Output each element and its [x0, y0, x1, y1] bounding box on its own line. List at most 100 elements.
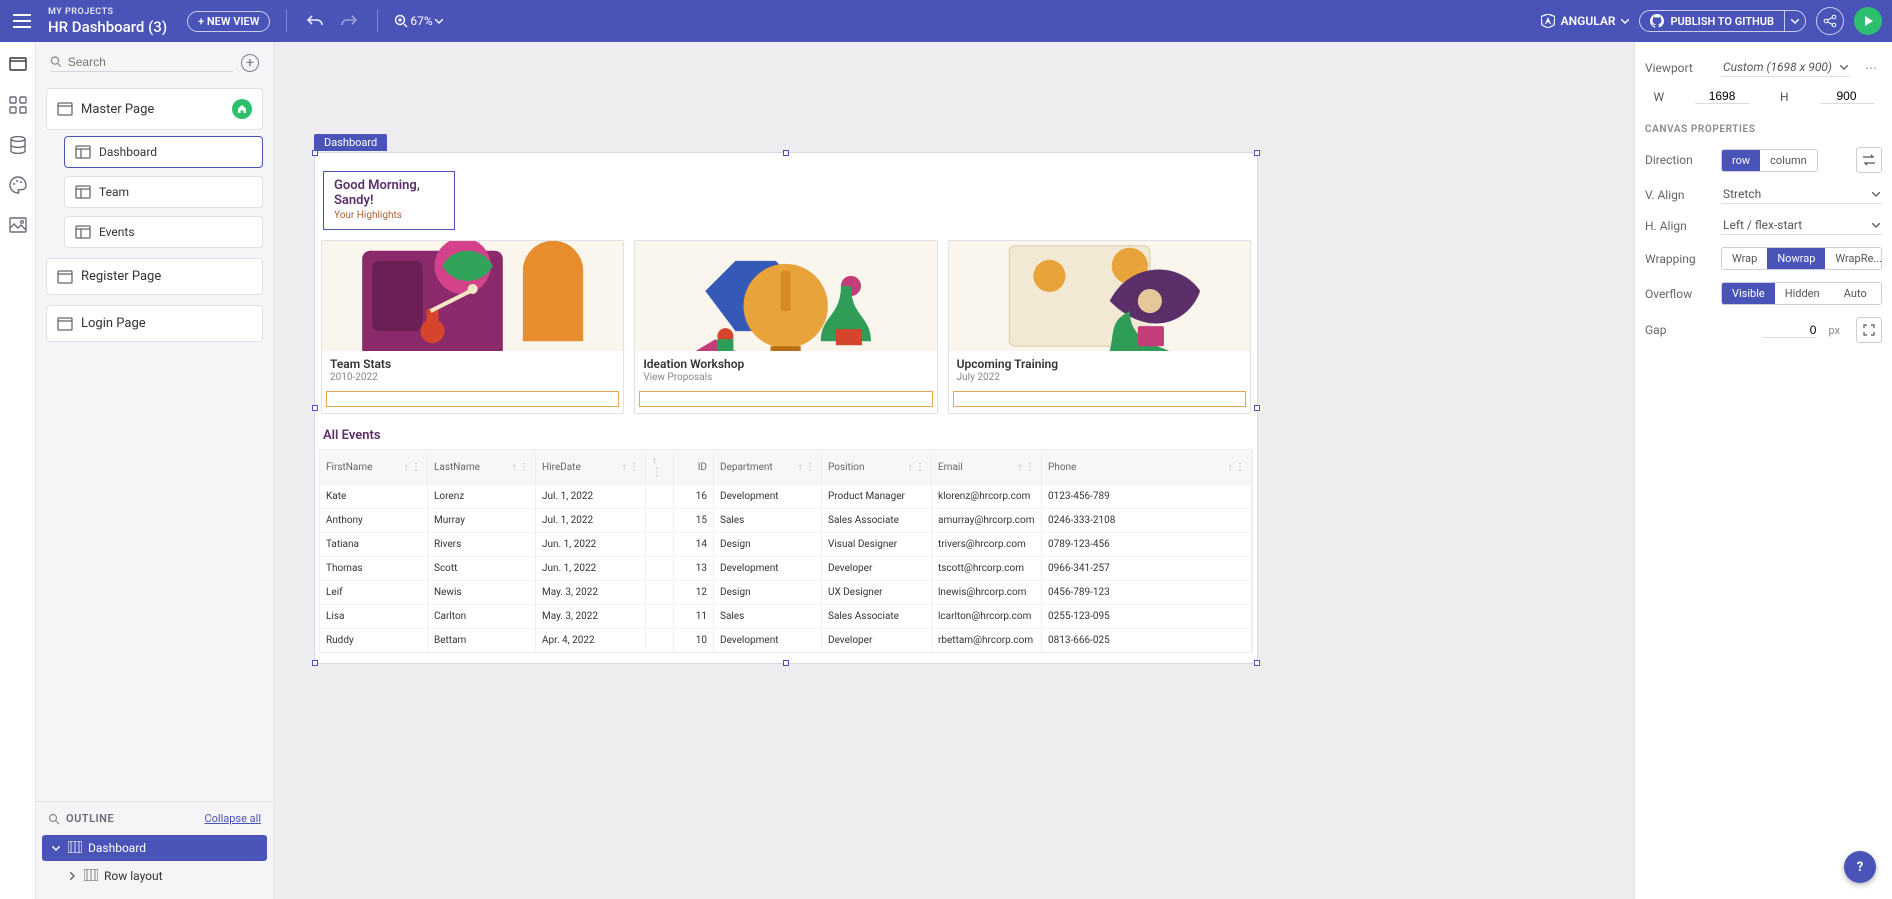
- search-input[interactable]: [68, 55, 233, 69]
- viewport-select[interactable]: Custom (1698 x 900): [1721, 58, 1850, 77]
- sort-icon[interactable]: ↑ ⋮: [798, 462, 815, 473]
- new-view-button[interactable]: + NEW VIEW: [187, 11, 270, 32]
- canvas-view-tab[interactable]: Dashboard: [314, 134, 387, 151]
- width-input[interactable]: [1695, 89, 1749, 104]
- wrap-nowrap-button[interactable]: Nowrap: [1767, 248, 1825, 269]
- swap-axes-button[interactable]: [1856, 147, 1882, 173]
- highlight-card[interactable]: Ideation Workshop View Proposals: [634, 240, 937, 414]
- outline-node-dashboard[interactable]: Dashboard: [42, 835, 267, 861]
- table-row[interactable]: ThomasScottJun. 1, 202213DevelopmentDeve…: [320, 556, 1252, 580]
- sort-icon[interactable]: ↑ ⋮: [622, 462, 639, 473]
- table-header-cell[interactable]: FirstName↑ ⋮: [320, 450, 428, 484]
- preview-button[interactable]: [1854, 7, 1882, 35]
- table-cell: Bettam: [428, 629, 536, 652]
- page-register[interactable]: Register Page: [46, 258, 263, 295]
- assets-icon[interactable]: [7, 214, 29, 236]
- page-team[interactable]: Team: [64, 176, 263, 208]
- table-header-cell[interactable]: ID: [674, 450, 714, 484]
- selection-handle[interactable]: [1254, 150, 1260, 156]
- table-header-cell[interactable]: Department↑ ⋮: [714, 450, 822, 484]
- table-header-cell[interactable]: LastName↑ ⋮: [428, 450, 536, 484]
- selection-handle[interactable]: [1254, 405, 1260, 411]
- menu-icon[interactable]: [10, 9, 34, 33]
- undo-icon[interactable]: [303, 9, 327, 33]
- highlight-card[interactable]: Upcoming Training July 2022: [948, 240, 1251, 414]
- direction-label: Direction: [1645, 153, 1711, 167]
- table-row[interactable]: LeifNewisMay. 3, 202212DesignUX Designer…: [320, 580, 1252, 604]
- views-icon[interactable]: [7, 54, 29, 76]
- table-header-cell[interactable]: Phone↑ ⋮: [1042, 450, 1252, 484]
- selection-handle[interactable]: [312, 660, 318, 666]
- table-cell: [646, 485, 674, 508]
- direction-segment: row column: [1721, 149, 1818, 172]
- sort-icon[interactable]: ↑ ⋮: [908, 462, 925, 473]
- more-options-icon[interactable]: ⋯: [1860, 61, 1882, 75]
- help-fab[interactable]: ?: [1844, 851, 1876, 883]
- redo-icon[interactable]: [337, 9, 361, 33]
- share-button[interactable]: [1816, 7, 1844, 35]
- selection-handle[interactable]: [783, 660, 789, 666]
- card-action-bar[interactable]: [953, 391, 1246, 407]
- greeting-box[interactable]: Good Morning, Sandy! Your Highlights: [323, 171, 455, 230]
- page-dashboard[interactable]: Dashboard: [64, 136, 263, 168]
- sort-icon[interactable]: ↑ ⋮: [1018, 462, 1035, 473]
- selection-handle[interactable]: [312, 405, 318, 411]
- direction-column-button[interactable]: column: [1760, 150, 1817, 171]
- selection-handle[interactable]: [783, 150, 789, 156]
- table-cell: Thomas: [320, 557, 428, 580]
- theme-icon[interactable]: [7, 174, 29, 196]
- page-login[interactable]: Login Page: [46, 305, 263, 342]
- canvas-frame[interactable]: Good Morning, Sandy! Your Highlights: [314, 152, 1258, 664]
- card-title: Ideation Workshop: [643, 357, 928, 371]
- overflow-auto-button[interactable]: Auto: [1830, 283, 1881, 304]
- publish-button[interactable]: PUBLISH TO GITHUB: [1640, 11, 1784, 31]
- table-row[interactable]: LisaCarltonMay. 3, 202211SalesSales Asso…: [320, 604, 1252, 628]
- table-header-cell[interactable]: Email↑ ⋮: [932, 450, 1042, 484]
- gap-link-button[interactable]: [1856, 317, 1882, 343]
- card-action-bar[interactable]: [326, 391, 619, 407]
- table-row[interactable]: AnthonyMurrayJul. 1, 202215SalesSales As…: [320, 508, 1252, 532]
- project-info: MY PROJECTS HR Dashboard (3): [48, 7, 167, 36]
- zoom-control[interactable]: 67%: [394, 14, 442, 28]
- sort-icon[interactable]: ↑ ⋮: [1228, 462, 1245, 473]
- table-cell: May. 3, 2022: [536, 581, 646, 604]
- data-icon[interactable]: [7, 134, 29, 156]
- outline-node-row-layout[interactable]: Row layout: [42, 863, 267, 889]
- publish-split-button[interactable]: [1784, 11, 1805, 31]
- halign-select[interactable]: Left / flex-start: [1721, 216, 1882, 235]
- page-master[interactable]: Master Page: [46, 88, 263, 130]
- gap-input[interactable]: [1762, 323, 1816, 338]
- add-page-button[interactable]: +: [241, 54, 259, 72]
- table-row[interactable]: TatianaRiversJun. 1, 202214DesignVisual …: [320, 532, 1252, 556]
- card-action-bar[interactable]: [639, 391, 932, 407]
- page-events[interactable]: Events: [64, 216, 263, 248]
- sort-icon[interactable]: ↑ ⋮: [404, 462, 421, 473]
- events-table[interactable]: FirstName↑ ⋮ LastName↑ ⋮ HireDate↑ ⋮ ↑ ⋮…: [319, 449, 1253, 653]
- components-icon[interactable]: [7, 94, 29, 116]
- table-row[interactable]: KateLorenzJul. 1, 202216DevelopmentProdu…: [320, 484, 1252, 508]
- table-header-cell[interactable]: HireDate↑ ⋮: [536, 450, 646, 484]
- overflow-hidden-button[interactable]: Hidden: [1775, 283, 1830, 304]
- overflow-visible-button[interactable]: Visible: [1722, 283, 1775, 304]
- table-header-cell[interactable]: Position↑ ⋮: [822, 450, 932, 484]
- table-cell: [646, 557, 674, 580]
- table-row[interactable]: RuddyBettamApr. 4, 202210DevelopmentDeve…: [320, 628, 1252, 652]
- collapse-all-link[interactable]: Collapse all: [204, 812, 261, 825]
- direction-row-button[interactable]: row: [1722, 150, 1760, 171]
- highlight-card[interactable]: Team Stats 2010-2022: [321, 240, 624, 414]
- height-input[interactable]: [1820, 89, 1874, 104]
- canvas-area[interactable]: Dashboard Good Morning, Sandy! Your High…: [274, 42, 1634, 899]
- master-children: Dashboard Team Events: [64, 136, 263, 248]
- selection-handle[interactable]: [312, 150, 318, 156]
- sort-icon[interactable]: ↑ ⋮: [652, 456, 667, 478]
- page-master-label: Master Page: [81, 102, 154, 117]
- wrap-reverse-button[interactable]: WrapRe...: [1825, 248, 1882, 269]
- table-cell: 10: [674, 629, 714, 652]
- breadcrumb[interactable]: MY PROJECTS: [48, 7, 167, 17]
- wrap-wrap-button[interactable]: Wrap: [1722, 248, 1767, 269]
- sort-icon[interactable]: ↑ ⋮: [512, 462, 529, 473]
- selection-handle[interactable]: [1254, 660, 1260, 666]
- framework-selector[interactable]: ANGULAR: [1541, 14, 1630, 28]
- valign-select[interactable]: Stretch: [1721, 185, 1882, 204]
- table-header-cell[interactable]: ↑ ⋮: [646, 450, 674, 484]
